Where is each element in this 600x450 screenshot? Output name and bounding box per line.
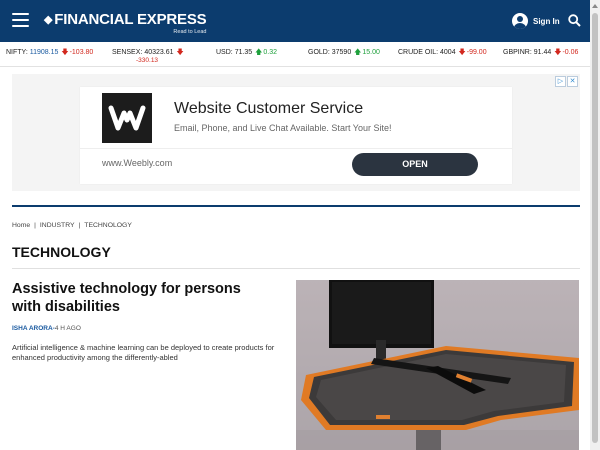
ticker-change: -103.80 — [69, 49, 94, 56]
arrow-down-icon: 🡇 — [458, 49, 466, 56]
ticker-label: SENSEX: — [112, 49, 143, 56]
ad-url[interactable]: www.Weebly.com — [102, 158, 172, 168]
ticker-change: 15.00 — [362, 49, 380, 56]
breadcrumb-industry[interactable]: INDUSTRY — [40, 222, 75, 229]
title-divider — [12, 268, 580, 269]
site-header: ◆ FINANCIAL EXPRESS Read to Lead Sign In — [0, 0, 590, 42]
ticker-change: 0.32 — [263, 49, 277, 56]
arrow-up-icon: 🡅 — [354, 49, 362, 56]
article-headline[interactable]: Assistive technology for persons with di… — [12, 280, 272, 316]
article-byline: ISHA ARORA-4 H AGO — [12, 325, 81, 332]
ticker-value: 40323.61 — [144, 49, 174, 56]
scrollbar-thumb[interactable] — [592, 13, 598, 443]
ticker-item-nifty[interactable]: NIFTY: 11908.15 🡇-103.80 — [6, 48, 93, 59]
sign-in-label: Sign In — [533, 16, 560, 26]
ticker-item-gbpinr[interactable]: GBPINR: 91.44 🡇-0.06 — [503, 48, 578, 59]
breadcrumb-home[interactable]: Home — [12, 222, 30, 229]
ad-choices[interactable]: ▷ ✕ — [555, 76, 578, 87]
ticker-change: -99.00 — [466, 49, 487, 56]
ticker-value: 4004 — [440, 49, 456, 56]
ticker-value: 71.35 — [234, 49, 253, 56]
logo-tagline: Read to Lead — [173, 29, 207, 35]
ticker-label: CRUDE OIL: — [398, 49, 439, 56]
ad-title[interactable]: Website Customer Service — [174, 100, 363, 118]
article-time: 4 H AGO — [54, 325, 81, 332]
article-hero-image[interactable] — [296, 280, 579, 450]
search-icon[interactable] — [568, 14, 581, 27]
ticker-item-sensex[interactable]: SENSEX: 40323.61 🡇 -330.13 — [112, 48, 185, 64]
hamburger-menu-icon[interactable] — [12, 13, 29, 27]
page-scrollbar[interactable] — [590, 0, 600, 450]
ad-open-button[interactable]: OPEN — [352, 153, 478, 176]
ticker-label: USD: — [216, 49, 233, 56]
ticker-item-crude-oil[interactable]: CRUDE OIL: 4004 🡇-99.00 — [398, 48, 487, 59]
ticker-value: 37590 — [331, 49, 352, 56]
ad-card[interactable]: Website Customer Service Email, Phone, a… — [80, 87, 512, 184]
ticker-label: GBPINR: — [503, 49, 532, 56]
arrow-down-icon: 🡇 — [176, 49, 184, 56]
ticker-label: GOLD: — [308, 49, 330, 56]
fe-mark-icon: ◆ — [44, 14, 53, 26]
arrow-up-icon: 🡅 — [255, 49, 263, 56]
market-ticker: NIFTY: 11908.15 🡇-103.80 SENSEX: 40323.6… — [0, 42, 590, 67]
close-ad-icon[interactable]: ✕ — [567, 76, 578, 87]
breadcrumb-separator: | — [34, 222, 36, 229]
ad-divider — [80, 148, 512, 149]
weebly-logo-icon — [102, 93, 152, 143]
ticker-value: 91.44 — [533, 49, 552, 56]
ticker-change: -330.13 — [136, 57, 159, 64]
advertisement: ▷ ✕ Website Customer Service Email, Phon… — [12, 74, 580, 191]
arrow-down-icon: 🡇 — [61, 49, 69, 56]
logo-text: FINANCIAL EXPRESS — [54, 11, 207, 28]
article-summary: Artificial intelligence & machine learni… — [12, 343, 275, 362]
breadcrumb: Home | INDUSTRY | TECHNOLOGY — [12, 222, 132, 229]
ad-subtitle: Email, Phone, and Live Chat Available. S… — [174, 123, 392, 133]
breadcrumb-separator: | — [78, 222, 81, 229]
scroll-up-arrow-icon[interactable] — [592, 4, 598, 8]
adchoices-icon[interactable]: ▷ — [555, 76, 566, 87]
user-icon — [512, 13, 528, 29]
ticker-value: 11908.15 — [29, 49, 59, 56]
sign-in-button[interactable]: Sign In — [512, 13, 560, 29]
section-divider — [12, 205, 580, 207]
ticker-label: NIFTY: — [6, 49, 28, 56]
site-logo[interactable]: ◆ FINANCIAL EXPRESS Read to Lead — [44, 11, 207, 35]
ticker-item-usd[interactable]: USD: 71.35 🡅0.32 — [216, 48, 277, 59]
page-title: TECHNOLOGY — [12, 244, 111, 260]
breadcrumb-technology[interactable]: TECHNOLOGY — [84, 222, 132, 229]
ticker-change: -0.06 — [562, 49, 579, 56]
arrow-down-icon: 🡇 — [554, 49, 562, 56]
ticker-item-gold[interactable]: GOLD: 37590 🡅15.00 — [308, 48, 380, 59]
article-author[interactable]: ISHA ARORA- — [12, 325, 55, 332]
